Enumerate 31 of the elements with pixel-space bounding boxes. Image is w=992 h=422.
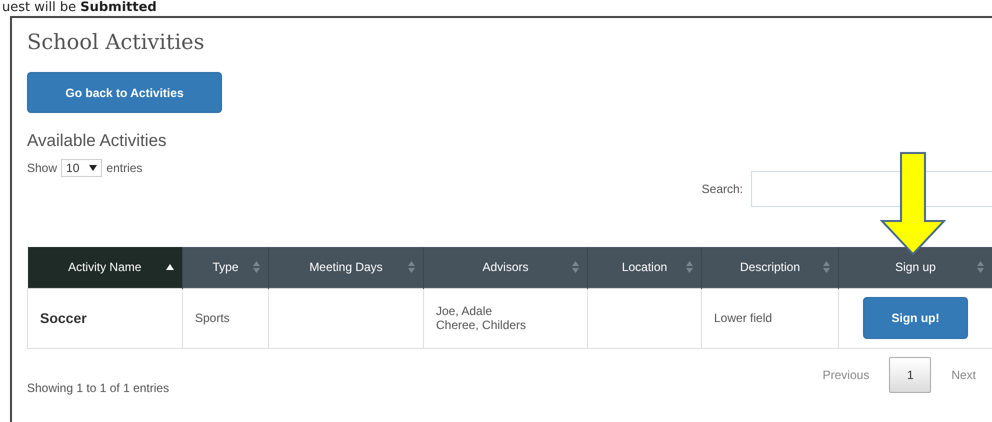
sort-icon xyxy=(686,261,693,274)
sort-icon xyxy=(408,261,415,274)
entries-label: entries xyxy=(106,161,142,175)
search-label: Search: xyxy=(702,182,743,196)
sort-icon xyxy=(572,261,579,274)
column-header[interactable]: Activity Name xyxy=(28,247,182,288)
caption-text: uest will be Submitted xyxy=(1,0,158,16)
sort-icon xyxy=(823,261,830,274)
caret-icon xyxy=(89,165,98,171)
sort-ascending-icon xyxy=(166,264,174,270)
sign-up-button[interactable]: Sign up! xyxy=(863,297,968,339)
sort-icon xyxy=(253,261,260,274)
sort-icon xyxy=(977,261,984,274)
column-header[interactable]: Location xyxy=(588,247,702,288)
section-heading: Available Activities xyxy=(27,131,168,151)
show-label: Show xyxy=(27,161,58,175)
table-cell: Joe, Adale Cheree, Childers xyxy=(436,304,526,332)
activity-name: Soccer xyxy=(40,310,87,326)
table-cell: Lower field xyxy=(714,311,772,325)
page-title: School Activities xyxy=(27,29,206,56)
column-header[interactable]: Meeting Days xyxy=(268,247,424,288)
column-header[interactable]: Description xyxy=(702,247,838,288)
column-header[interactable]: Advisors xyxy=(424,247,588,288)
down-arrow-icon xyxy=(880,152,946,256)
column-header[interactable]: Sign up xyxy=(838,247,992,288)
column-header[interactable]: Type xyxy=(182,247,268,288)
back-button[interactable]: Go back to Activities xyxy=(27,72,222,113)
entries-info: Showing 1 to 1 of 1 entries xyxy=(27,380,170,394)
entries-select[interactable]: 10 xyxy=(61,159,102,177)
table-cell: Sports xyxy=(195,311,230,325)
page-button[interactable]: 1 xyxy=(889,356,932,392)
